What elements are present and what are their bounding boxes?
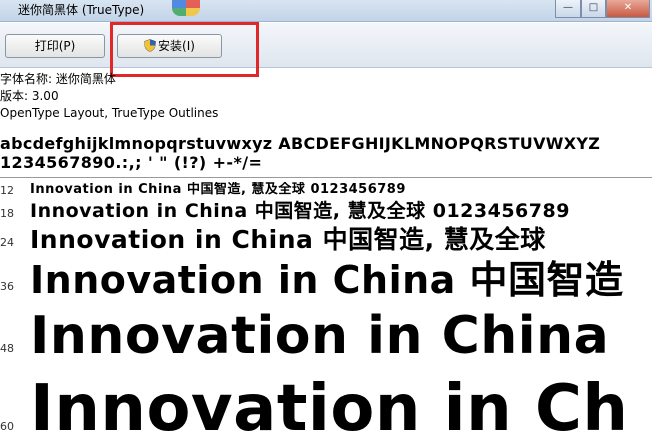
sample-text: Innovation in China	[30, 306, 610, 366]
size-label: 36	[0, 280, 14, 293]
sample-text: Innovation in China 中国智造, 慧及全球	[30, 225, 546, 254]
title-bar: 迷你简黑体 (TrueType) — □ ✕	[0, 0, 652, 22]
app-icon	[172, 0, 200, 16]
minimize-button[interactable]: —	[555, 0, 581, 18]
font-outlines: OpenType Layout, TrueType Outlines	[0, 106, 219, 120]
sample-36: 36 Innovation in China 中国智造	[0, 256, 652, 308]
sample-48: 48 Innovation in China	[0, 305, 652, 373]
divider	[0, 177, 652, 178]
glyph-row-symbols: 1234567890.:,; ' " (!?) +-*/=	[0, 153, 263, 172]
sample-24: 24 Innovation in China 中国智造, 慧及全球	[0, 224, 652, 258]
size-label: 18	[0, 207, 14, 220]
shield-icon	[144, 39, 156, 52]
size-label: 60	[0, 420, 14, 433]
close-button[interactable]: ✕	[606, 0, 650, 18]
install-button-label: 安装(I)	[158, 39, 195, 53]
sample-18: 18 Innovation in China 中国智造, 慧及全球 012345…	[0, 199, 652, 225]
font-version: 版本: 3.00	[0, 89, 59, 103]
window-controls: — □ ✕	[555, 0, 650, 18]
font-info: 字体名称: 迷你简黑体 版本: 3.00 OpenType Layout, Tr…	[0, 71, 218, 122]
install-button[interactable]: 安装(I)	[117, 34, 222, 58]
sample-60: 60 Innovation in Ch	[0, 372, 652, 447]
print-button-label: 打印(P)	[34, 39, 76, 53]
print-button[interactable]: 打印(P)	[5, 34, 105, 58]
sample-text: Innovation in Ch	[30, 372, 629, 446]
font-name: 字体名称: 迷你简黑体	[0, 72, 116, 86]
sample-text: Innovation in China 中国智造, 慧及全球 012345678…	[30, 200, 570, 222]
sample-text: Innovation in China 中国智造	[30, 258, 624, 302]
glyph-preview: abcdefghijklmnopqrstuvwxyz ABCDEFGHIJKLM…	[0, 134, 652, 172]
toolbar: 打印(P) 安装(I)	[0, 23, 652, 68]
maximize-button[interactable]: □	[581, 0, 606, 18]
glyph-row-letters: abcdefghijklmnopqrstuvwxyz ABCDEFGHIJKLM…	[0, 134, 601, 153]
size-label: 48	[0, 342, 14, 355]
sample-12: 12 Innovation in China 中国智造, 慧及全球 012345…	[0, 182, 652, 200]
window-title: 迷你简黑体 (TrueType)	[18, 3, 145, 17]
sample-text: Innovation in China 中国智造, 慧及全球 012345678…	[30, 182, 406, 197]
size-label: 24	[0, 236, 14, 249]
size-label: 12	[0, 184, 14, 197]
